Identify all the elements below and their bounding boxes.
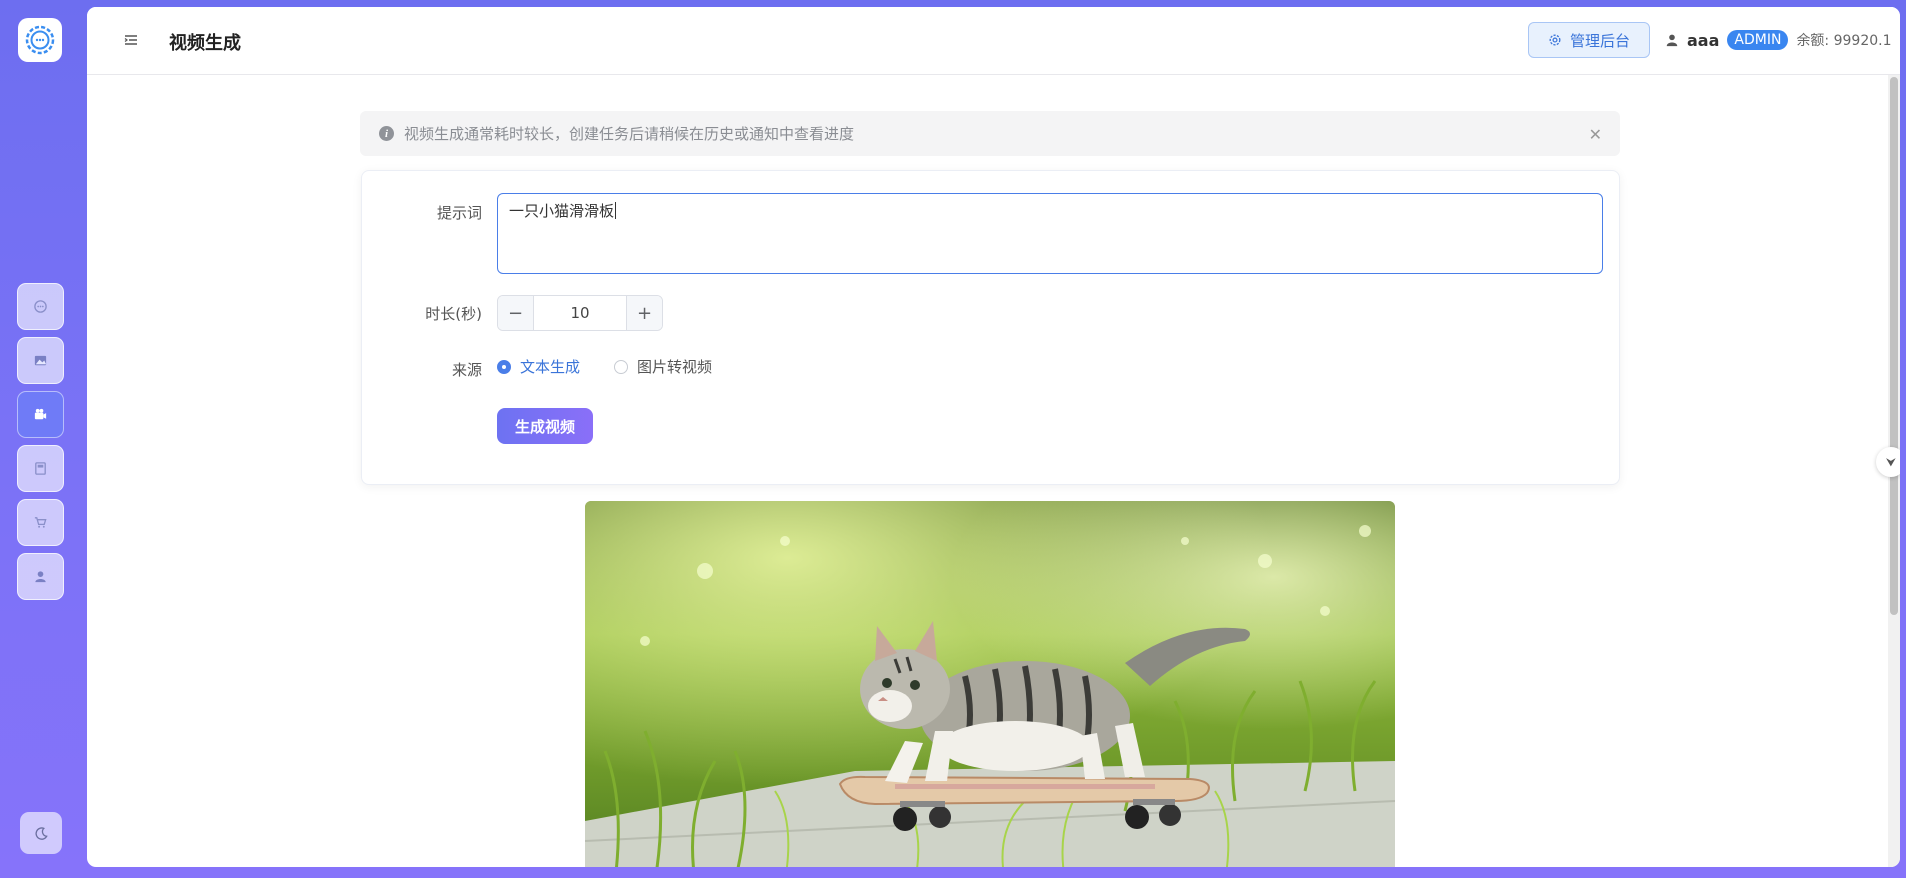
username[interactable]: aaa [1687,31,1719,50]
content-area: i 视频生成通常耗时较长，创建任务后请稍候在历史或通知中查看进度 ✕ 提示词 一… [87,75,1900,867]
gear-icon [1549,34,1561,46]
duration-input[interactable]: 10 [534,296,626,330]
prompt-value: 一只小猫滑滑板 [509,202,615,220]
radio-text-to-video[interactable]: 文本生成 [497,356,580,377]
rail-image-button[interactable] [17,337,64,384]
moon-icon [34,826,48,840]
scrollbar-thumb[interactable] [1890,77,1898,615]
info-icon: i [379,126,394,141]
prompt-textarea[interactable]: 一只小猫滑滑板 [497,193,1603,274]
radio-image-to-video[interactable]: 图片转视频 [614,356,712,377]
duration-label: 时长(秒) [425,305,482,323]
increment-button[interactable]: + [626,296,662,330]
close-icon[interactable]: ✕ [1589,125,1602,144]
text-caret [615,202,617,219]
decrement-button[interactable]: − [498,296,534,330]
radio-dot [614,359,629,374]
radio-dot-checked [497,359,511,374]
radio-image-label: 图片转视频 [637,358,713,376]
gear-chat-logo-icon [25,25,55,55]
rail-user-button[interactable] [17,553,64,600]
kitten-skateboard-picture [585,501,1395,867]
info-alert: i 视频生成通常耗时较长，创建任务后请稍候在历史或通知中查看进度 ✕ [360,111,1620,156]
prompt-label: 提示词 [436,204,482,222]
video-form-card: 提示词 一只小猫滑滑板 时长(秒) − 10 + 来源 文本生成 图片转视频 生… [361,170,1620,485]
generate-video-button[interactable]: 生成视频 [497,408,593,444]
main-panel: 视频生成 管理后台 aaa ADMIN 余额: 99920.1 i 视频生成通常… [87,7,1900,867]
cart-icon [34,517,47,528]
admin-console-button[interactable]: 管理后台 [1528,22,1650,58]
rail-video-button[interactable] [17,391,64,438]
video-preview-image[interactable] [585,501,1395,867]
balance-text: 余额: 99920.1 [1796,33,1892,49]
source-label: 来源 [451,361,482,379]
theme-toggle-button[interactable] [20,812,62,854]
image-icon [34,355,47,366]
chat-icon [34,300,47,313]
video-icon [34,408,47,420]
user-area: aaa ADMIN 余额: 99920.1 [1665,28,1892,52]
menu-toggle-icon[interactable] [124,33,138,47]
user-icon [1666,34,1678,47]
alert-text: 视频生成通常耗时较长，创建任务后请稍候在历史或通知中查看进度 [404,125,855,143]
role-badge: ADMIN [1727,30,1789,50]
top-header: 视频生成 管理后台 aaa ADMIN 余额: 99920.1 [87,7,1900,75]
source-radio-group: 文本生成 图片转视频 [497,356,712,377]
app-logo[interactable] [18,18,62,62]
chevron-down-icon: ⮟ [1885,454,1897,469]
document-icon [35,462,46,475]
admin-console-label: 管理后台 [1569,31,1630,50]
page-title: 视频生成 [169,33,241,54]
left-rail [0,0,86,878]
user-icon [35,571,46,583]
radio-text-label: 文本生成 [520,358,581,376]
rail-document-button[interactable] [17,445,64,492]
rail-cart-button[interactable] [17,499,64,546]
duration-stepper: − 10 + [497,295,663,331]
rail-chat-button[interactable] [17,283,64,330]
side-expand-button[interactable]: ⮟ [1876,447,1900,477]
